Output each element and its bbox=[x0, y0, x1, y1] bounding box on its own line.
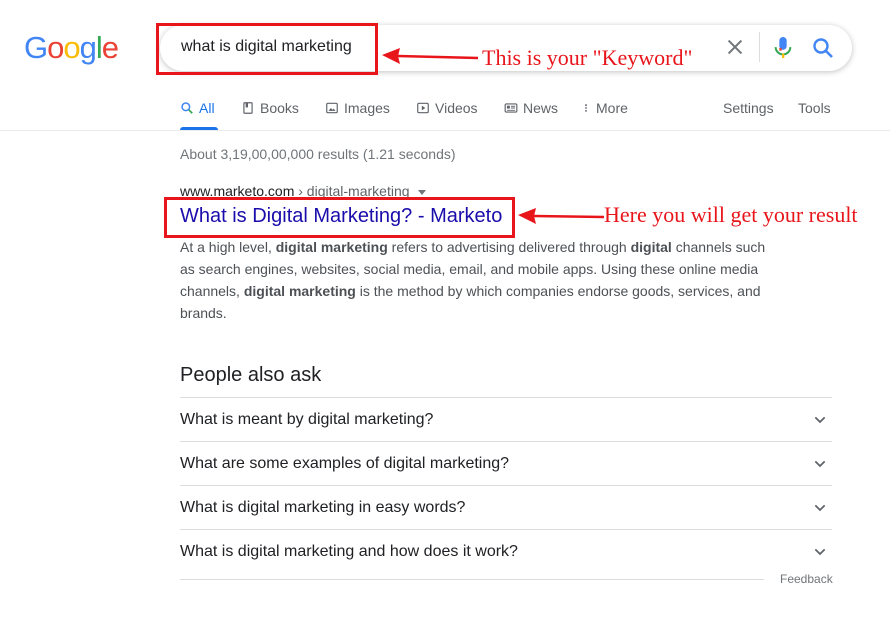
tab-label: More bbox=[596, 100, 628, 116]
keyword-highlight-box bbox=[156, 23, 378, 75]
keyword-annotation: This is your "Keyword" bbox=[482, 45, 693, 70]
result-stats: About 3,19,00,00,000 results (1.21 secon… bbox=[180, 146, 456, 162]
search-icon[interactable] bbox=[811, 36, 835, 60]
search-divider bbox=[759, 32, 760, 62]
chevron-down-icon bbox=[814, 548, 826, 555]
snippet-bold: digital bbox=[630, 239, 672, 255]
tools-link[interactable]: Tools bbox=[798, 100, 831, 116]
tab-label: News bbox=[523, 100, 559, 116]
chevron-down-icon bbox=[814, 416, 826, 423]
snippet-text: refers to advertising delivered through bbox=[387, 239, 631, 255]
paa-divider bbox=[180, 579, 764, 580]
close-icon[interactable] bbox=[724, 36, 746, 58]
result-snippet: At a high level, digital marketing refer… bbox=[180, 236, 780, 324]
result-title-link[interactable]: What is Digital Marketing? - Marketo bbox=[180, 205, 502, 228]
paa-question[interactable]: What is meant by digital marketing? bbox=[180, 397, 832, 441]
image-icon bbox=[326, 102, 338, 114]
tab-all[interactable]: All bbox=[180, 100, 215, 116]
search-icon bbox=[181, 102, 193, 114]
paa-question[interactable]: What is digital marketing and how does i… bbox=[180, 529, 832, 573]
snippet-bold: digital marketing bbox=[275, 239, 388, 255]
tab-more[interactable]: More bbox=[581, 100, 628, 116]
tab-images[interactable]: Images bbox=[325, 100, 390, 116]
google-logo[interactable]: Google bbox=[24, 30, 119, 66]
paa-question-text: What are some examples of digital market… bbox=[180, 454, 510, 472]
tab-label: Videos bbox=[435, 100, 478, 116]
annotation-arrow-icon bbox=[518, 208, 605, 224]
feedback-link[interactable]: Feedback bbox=[780, 572, 833, 586]
book-icon bbox=[243, 102, 253, 114]
result-annotation: Here you will get your result bbox=[604, 202, 858, 227]
news-icon bbox=[504, 103, 518, 113]
chevron-down-icon bbox=[814, 504, 826, 511]
tab-books[interactable]: Books bbox=[241, 100, 299, 116]
tab-label: All bbox=[199, 100, 215, 116]
microphone-icon[interactable] bbox=[772, 35, 794, 61]
more-vert-icon bbox=[585, 104, 587, 112]
paa-question[interactable]: What is digital marketing in easy words? bbox=[180, 485, 832, 529]
snippet-bold: digital marketing bbox=[243, 283, 356, 299]
tab-news[interactable]: News bbox=[504, 100, 558, 116]
paa-question-text: What is digital marketing and how does i… bbox=[180, 542, 518, 560]
paa-question-text: What is meant by digital marketing? bbox=[180, 410, 434, 428]
chevron-down-icon bbox=[814, 460, 826, 467]
tab-videos[interactable]: Videos bbox=[416, 100, 478, 116]
tab-label: Images bbox=[344, 100, 390, 116]
annotation-arrow-icon bbox=[382, 48, 479, 64]
paa-question[interactable]: What are some examples of digital market… bbox=[180, 441, 832, 485]
video-icon bbox=[417, 102, 429, 114]
settings-link[interactable]: Settings bbox=[723, 100, 774, 116]
paa-question-text: What is digital marketing in easy words? bbox=[180, 498, 466, 516]
chevron-down-icon[interactable] bbox=[417, 189, 426, 195]
snippet-text: At a high level, bbox=[180, 239, 276, 255]
people-also-ask-heading: People also ask bbox=[180, 364, 322, 386]
tab-label: Books bbox=[260, 100, 299, 116]
header-divider bbox=[0, 130, 890, 131]
